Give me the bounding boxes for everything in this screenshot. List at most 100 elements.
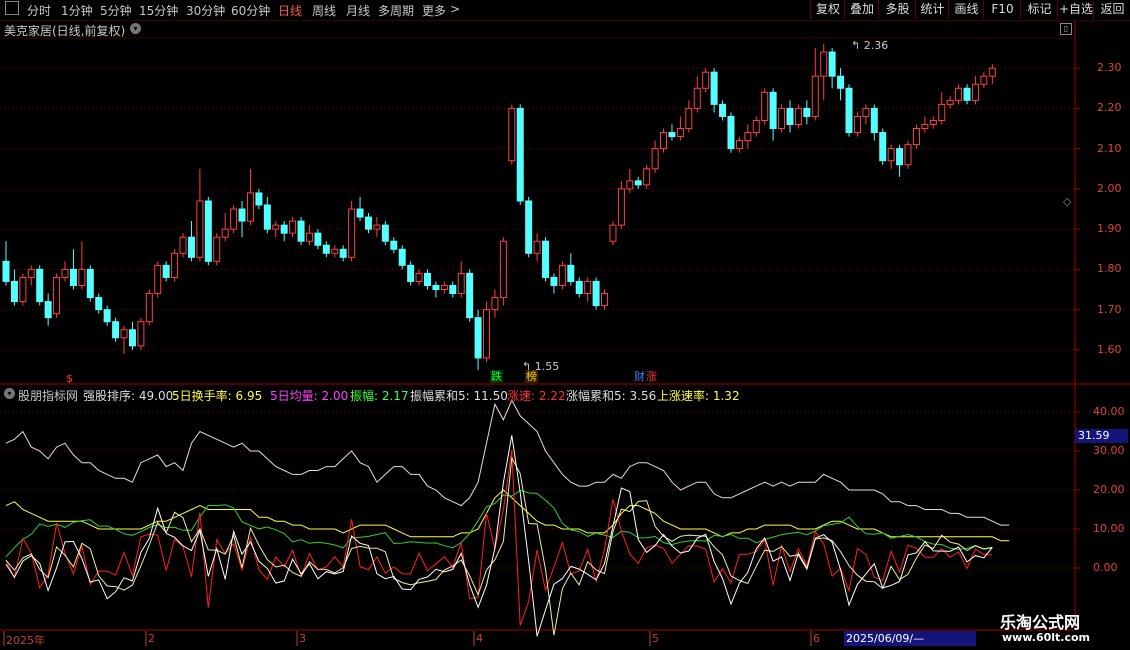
candle-body xyxy=(466,272,474,319)
candle-body xyxy=(272,224,280,230)
candle-body xyxy=(424,272,431,286)
candle-body xyxy=(786,107,794,125)
indicator-tick-label: 0.00 xyxy=(1093,561,1118,574)
candle-body xyxy=(356,208,364,218)
price-tick-label: 2.10 xyxy=(1097,141,1122,155)
series-line-speed xyxy=(5,450,993,626)
toolbar-button-1[interactable]: 叠加 xyxy=(844,0,879,19)
candle-body xyxy=(95,297,103,311)
candle-body xyxy=(499,240,507,299)
badge-4: 涨 xyxy=(646,370,657,383)
high-annotation: ↰ 2.36 xyxy=(851,39,889,52)
period-tab-4[interactable]: 30分钟 xyxy=(186,2,225,19)
date-label-5: 6 xyxy=(813,632,820,645)
period-tab-2[interactable]: 5分钟 xyxy=(100,2,132,19)
menu-icon[interactable] xyxy=(5,1,19,15)
candle-body xyxy=(373,224,381,230)
toolbar-button-7[interactable]: +自选 xyxy=(1057,0,1094,19)
watermark-title: 乐淘公式网 xyxy=(1000,613,1081,632)
candle-body xyxy=(154,264,162,295)
candle-body xyxy=(230,208,238,230)
period-tab-7[interactable]: 周线 xyxy=(312,2,336,19)
candle-body xyxy=(162,264,170,278)
candle-body xyxy=(887,148,895,162)
candle-body xyxy=(980,75,988,85)
candle-body xyxy=(845,87,853,134)
period-tab-3[interactable]: 15分钟 xyxy=(139,2,178,19)
indicator-item-6: 涨幅累和5: 3.56 xyxy=(566,387,656,404)
indicator-item-1: 5日换手率: 6.95 xyxy=(172,387,262,404)
candle-body xyxy=(626,180,634,190)
toolbar-button-2[interactable]: 多股 xyxy=(878,0,916,19)
indicator-tick-label: 20.00 xyxy=(1093,483,1125,496)
candle-body xyxy=(744,132,752,142)
date-label-4: 5 xyxy=(652,632,659,645)
candle-body xyxy=(19,276,27,303)
period-tab-1[interactable]: 1分钟 xyxy=(61,2,93,19)
candle-body xyxy=(331,248,339,254)
candle-body xyxy=(137,321,145,347)
candle-body xyxy=(221,228,229,238)
period-tab-8[interactable]: 月线 xyxy=(346,2,370,19)
more-arrow-icon[interactable]: > xyxy=(450,2,460,16)
indicator-item-4: 振幅累和5: 11.50 xyxy=(410,387,508,404)
candle-body xyxy=(938,103,946,121)
candle-body xyxy=(508,107,516,162)
toolbar-button-0[interactable]: 复权 xyxy=(810,0,845,19)
toolbar-button-8[interactable]: 返回 xyxy=(1093,0,1130,19)
candle-body xyxy=(348,208,356,258)
indicator-label: 上涨速率: xyxy=(657,389,710,403)
indicator-label: 涨速: xyxy=(507,389,536,403)
period-tab-6[interactable]: 日线 xyxy=(278,2,302,19)
toolbar-button-6[interactable]: 标记 xyxy=(1020,0,1058,19)
candle-body xyxy=(449,284,457,295)
badge-0: $ xyxy=(66,372,73,385)
period-tab-9[interactable]: 多周期 xyxy=(378,2,414,19)
indicator-chevron-icon[interactable]: ▾ xyxy=(4,388,15,399)
indicator-item-2: 5日均量: 2.00 xyxy=(270,387,348,404)
candle-body xyxy=(710,71,718,105)
candle-body xyxy=(660,132,668,150)
price-tick-label: 1.70 xyxy=(1097,302,1122,316)
indicator-name[interactable]: 股朋指标网 xyxy=(18,387,78,404)
candle-body xyxy=(584,280,592,295)
candle-body xyxy=(668,132,676,138)
candle-body xyxy=(457,272,465,295)
candle-body xyxy=(213,236,221,262)
period-tab-0[interactable]: 分时 xyxy=(27,2,51,19)
candle-body xyxy=(837,75,845,89)
indicator-value: 2.17 xyxy=(378,389,409,403)
toolbar-button-3[interactable]: 统计 xyxy=(915,0,949,19)
candle-body xyxy=(69,268,77,286)
toolbar-button-4[interactable]: 画线 xyxy=(948,0,984,19)
low-annotation: ↰ 1.55 xyxy=(522,360,560,373)
candle-body xyxy=(398,248,406,266)
series-line-rise-sum xyxy=(5,456,993,636)
candle-body xyxy=(179,236,187,254)
candle-body xyxy=(44,301,52,319)
watermark-url: www.60lt.com xyxy=(1002,631,1091,644)
candle-body xyxy=(693,87,701,109)
candle-body xyxy=(381,224,389,242)
expand-icon[interactable]: ▯ xyxy=(1060,23,1072,35)
chart-title: 美克家居(日线,前复权) xyxy=(4,24,126,38)
indicator-bar: ▾ 股朋指标网 强股排序: 49.00 5日换手率: 6.95 5日均量: 2.00 振幅… xyxy=(0,385,1075,403)
date-label-0: 2025年 xyxy=(6,634,45,647)
candle-body xyxy=(171,252,179,278)
candle-body xyxy=(870,107,878,134)
candle-body xyxy=(761,91,769,121)
toolbar-button-5[interactable]: F10 xyxy=(983,0,1021,19)
chart-canvas[interactable] xyxy=(0,0,1130,650)
candle-body xyxy=(676,128,684,138)
candle-body xyxy=(145,293,153,323)
candle-body xyxy=(794,107,802,125)
diamond-icon[interactable]: ◇ xyxy=(1063,195,1071,208)
indicator-item-7: 上涨速率: 1.32 xyxy=(657,387,740,404)
chevron-down-icon[interactable]: ▾ xyxy=(130,23,141,34)
period-tab-10[interactable]: 更多 xyxy=(422,2,446,19)
date-label-3: 4 xyxy=(476,632,483,645)
candle-body xyxy=(963,87,971,101)
period-tab-5[interactable]: 60分钟 xyxy=(231,2,270,19)
candle-body xyxy=(921,123,929,130)
indicator-label: 振幅: xyxy=(350,389,379,403)
